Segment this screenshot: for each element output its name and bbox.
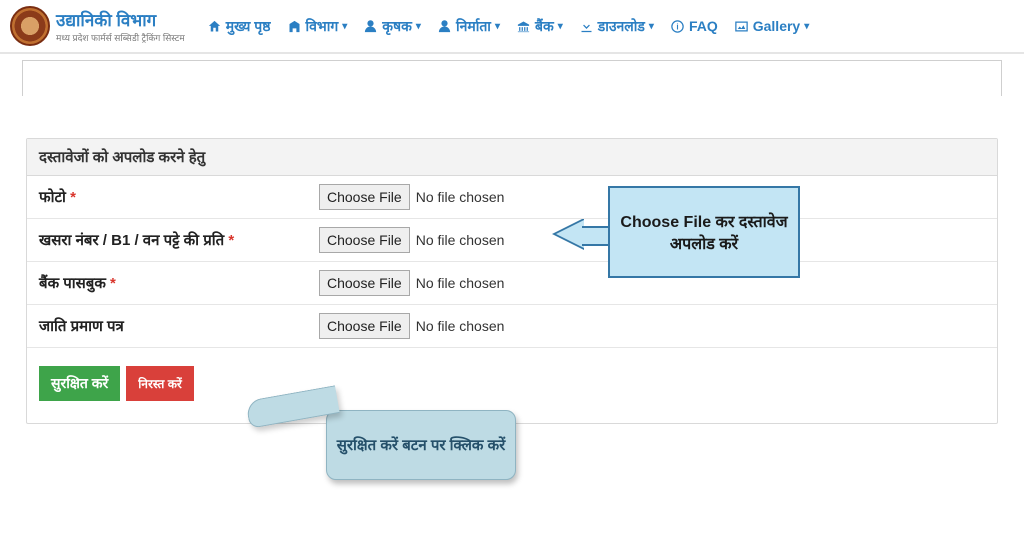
file-status-caste: No file chosen [416,318,505,334]
nav-gallery[interactable]: Gallery▾ [734,17,810,36]
choose-file-passbook[interactable]: Choose File [319,270,410,296]
choose-file-caste[interactable]: Choose File [319,313,410,339]
row-khasra: खसरा नंबर / B1 / वन पट्टे की प्रति * Cho… [27,219,997,262]
download-icon [579,19,594,34]
label-khasra: खसरा नंबर / B1 / वन पट्टे की प्रति [39,232,224,249]
choose-file-photo[interactable]: Choose File [319,184,410,210]
user-icon [363,19,378,34]
row-photo: फोटो * Choose File No file chosen [27,176,997,219]
save-button[interactable]: सुरक्षित करें [39,366,120,401]
required-mark: * [106,275,116,292]
file-status-passbook: No file chosen [416,275,505,291]
brand: उद्यानिकी विभाग मध्य प्रदेश फार्मर्स सब्… [10,6,185,46]
upper-panel-edge [22,60,1002,96]
building-icon [287,19,302,34]
callout-upload: Choose File कर दस्तावेज अपलोड करें [608,186,800,278]
row-caste: जाति प्रमाण पत्र Choose File No file cho… [27,305,997,348]
nav-dept[interactable]: विभाग▾ [287,17,348,36]
chevron-down-icon: ▾ [416,21,421,32]
label-passbook: बैंक पासबुक [39,275,106,292]
nav-download[interactable]: डाउनलोड▾ [579,17,654,36]
upload-panel: दस्तावेजों को अपलोड करने हेतु फोटो * Cho… [26,138,998,424]
chevron-down-icon: ▾ [649,21,654,32]
nav-farmer[interactable]: कृषक▾ [363,17,421,36]
nav-bank[interactable]: बैंक▾ [516,17,563,36]
info-icon: i [670,19,685,34]
chevron-down-icon: ▾ [804,21,809,32]
arrow-left-icon [556,220,584,248]
chevron-down-icon: ▾ [495,21,500,32]
brand-title: उद्यानिकी विभाग [56,8,185,31]
label-photo: फोटो [39,189,66,206]
required-mark: * [224,232,234,249]
bank-icon [516,19,531,34]
required-mark: * [66,189,76,206]
label-caste: जाति प्रमाण पत्र [39,318,124,335]
navbar: उद्यानिकी विभाग मध्य प्रदेश फार्मर्स सब्… [0,0,1024,54]
brand-logo-icon [10,6,50,46]
cancel-button[interactable]: निरस्त करें [126,366,194,401]
nav-links: मुख्य पृष्ठ विभाग▾ कृषक▾ निर्माता▾ बैंक▾… [207,17,810,36]
file-status-photo: No file chosen [416,189,505,205]
user-icon [437,19,452,34]
callout-save: सुरक्षित करें बटन पर क्लिक करें [326,410,516,480]
svg-text:i: i [676,22,678,31]
panel-title: दस्तावेजों को अपलोड करने हेतु [27,139,997,176]
chevron-down-icon: ▾ [342,21,347,32]
file-status-khasra: No file chosen [416,232,505,248]
choose-file-khasra[interactable]: Choose File [319,227,410,253]
row-passbook: बैंक पासबुक * Choose File No file chosen [27,262,997,305]
nav-home[interactable]: मुख्य पृष्ठ [207,17,271,36]
nav-faq[interactable]: iFAQ [670,17,718,36]
chevron-down-icon: ▾ [558,21,563,32]
brand-subtitle: मध्य प्रदेश फार्मर्स सब्सिडी ट्रैकिंग सि… [56,31,185,44]
nav-maker[interactable]: निर्माता▾ [437,17,500,36]
home-icon [207,19,222,34]
image-icon [734,19,749,34]
